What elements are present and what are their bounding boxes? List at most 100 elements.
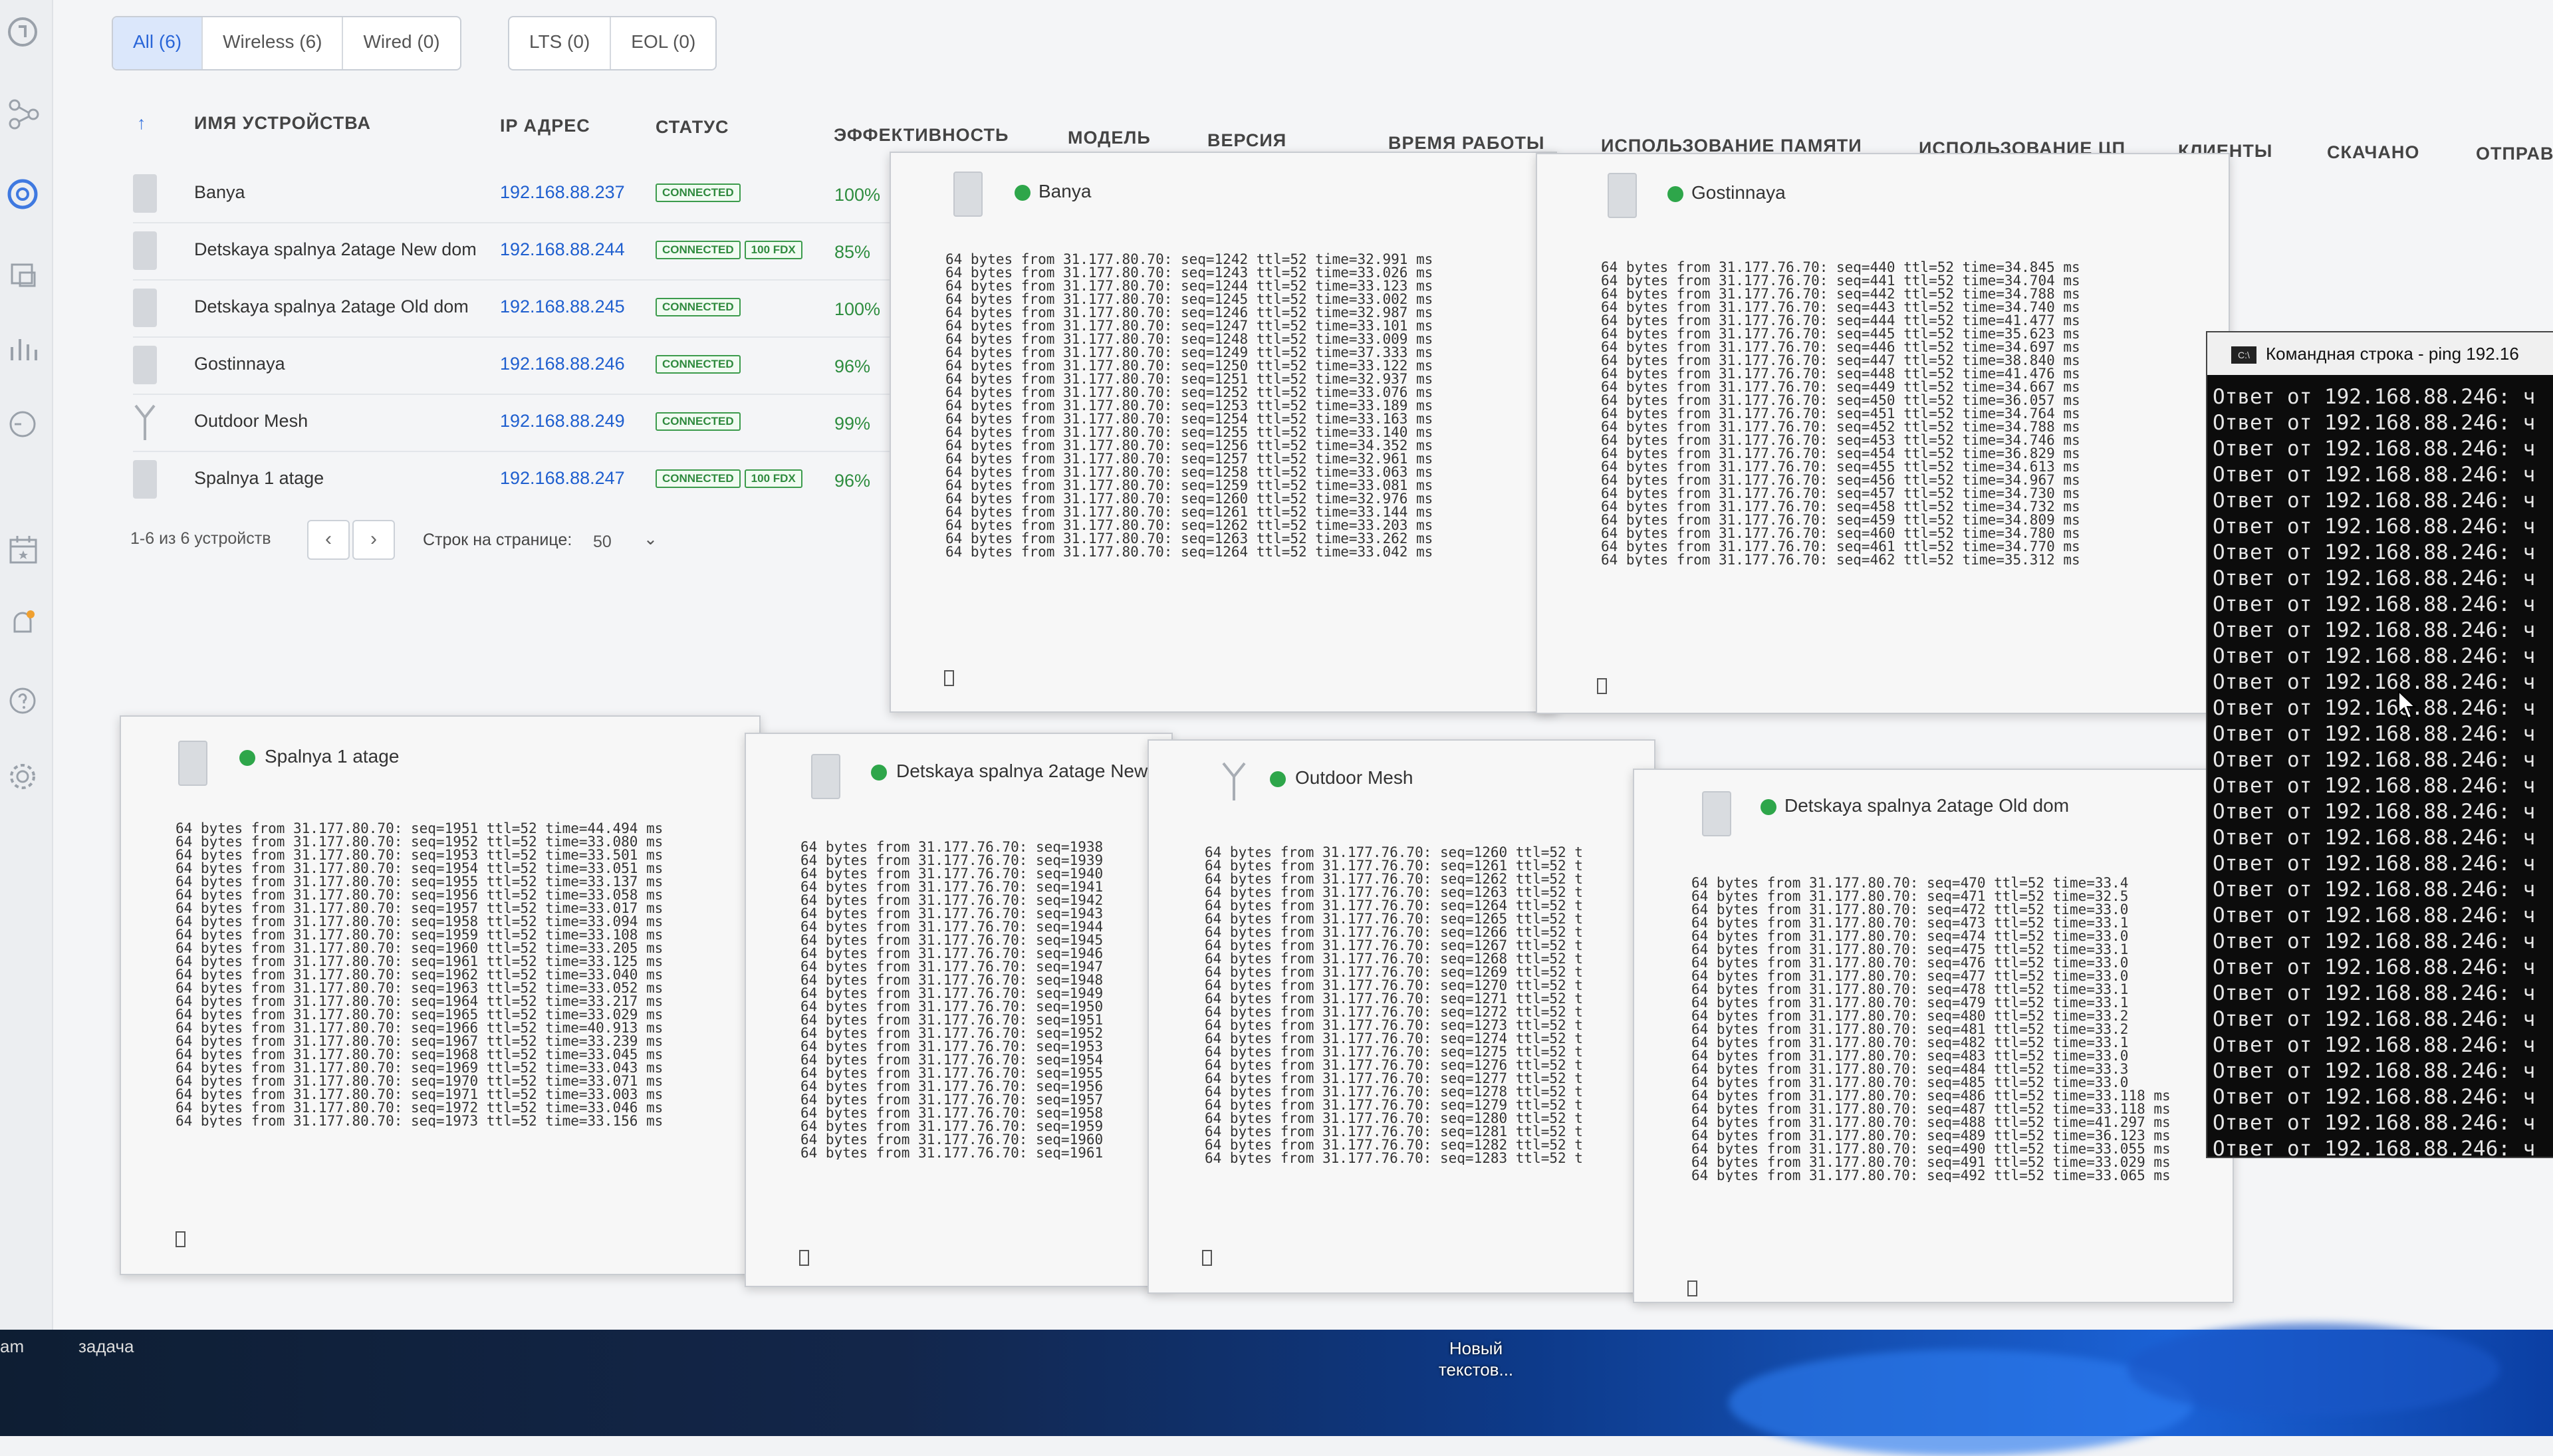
command-prompt-window[interactable]: C:\ Командная строка - ping 192.16 Ответ … (2206, 331, 2553, 1158)
efficiency-value: 99% (834, 414, 871, 433)
terminal-header: Detskaya spalnya 2atage New (746, 734, 1171, 807)
ping-output: 64 bytes from 31.177.80.70: seq=1951 ttl… (176, 822, 664, 1128)
notifications-icon[interactable] (5, 605, 43, 642)
ping-reply-line: Ответ от 192.168.88.246: ч (2213, 592, 2536, 616)
insights-icon[interactable] (5, 406, 43, 443)
device-name[interactable]: Banya (194, 182, 245, 203)
topology-icon[interactable] (5, 96, 43, 133)
command-prompt-title: Командная строка - ping 192.16 (2266, 344, 2519, 364)
ping-reply-line: Ответ от 192.168.88.246: ч (2213, 800, 2536, 824)
taskbar-task-label[interactable]: задача (78, 1336, 134, 1357)
duplex-badge: 100 FDX (744, 241, 802, 259)
terminal-header: Banya (891, 153, 1556, 226)
online-status-dot (239, 750, 255, 766)
terminal-window-detskaya-new[interactable]: Detskaya spalnya 2atage New 64 bytes fro… (745, 733, 1173, 1287)
device-table-header: ↑ ИМЯ УСТРОЙСТВА IP АДРЕС СТАТУС ЭФФЕКТИ… (133, 113, 2553, 164)
calendar-icon[interactable] (5, 532, 43, 569)
online-status-dot (1270, 771, 1286, 787)
terminal-cursor (1597, 678, 1607, 694)
sort-arrow-icon[interactable]: ↑ (137, 113, 147, 134)
online-status-dot (1761, 799, 1776, 815)
tab-wireless[interactable]: Wireless (6) (203, 17, 344, 69)
ping-reply-line: Ответ от 192.168.88.246: ч (2213, 1059, 2536, 1083)
column-uploaded[interactable]: ОТПРАВ (2476, 144, 2553, 164)
tab-wired[interactable]: Wired (0) (343, 17, 459, 69)
device-ip[interactable]: 192.168.88.247 (500, 468, 625, 489)
column-ip-address[interactable]: IP АДРЕС (500, 116, 590, 136)
terminal-title: Banya (1038, 181, 1092, 201)
status-badge: CONNECTED (656, 183, 741, 202)
wallpaper-swirl (2128, 1323, 2500, 1416)
device-row-gostinnaya[interactable]: Gostinnaya 192.168.88.246 CONNECTED 96% (133, 336, 891, 394)
column-status[interactable]: СТАТУС (656, 117, 729, 138)
device-row-banya[interactable]: Banya 192.168.88.237 CONNECTED 100% (133, 165, 891, 222)
rows-per-page-select[interactable]: 50 ⌄ (593, 528, 666, 556)
terminal-title: Gostinnaya (1691, 182, 1786, 203)
command-prompt-titlebar[interactable]: C:\ Командная строка - ping 192.16 (2207, 332, 2553, 375)
clients-icon[interactable] (5, 255, 43, 293)
ping-output: 64 bytes from 31.177.80.70: seq=470 ttl=… (1691, 876, 2171, 1182)
online-status-dot (871, 765, 887, 781)
device-name[interactable]: Detskaya spalnya 2atage New dom (194, 239, 477, 260)
efficiency-value: 100% (834, 185, 881, 205)
ping-reply-line: Ответ от 192.168.88.246: ч (2213, 1033, 2536, 1057)
device-name[interactable]: Detskaya spalnya 2atage Old dom (194, 297, 469, 317)
terminal-cursor (176, 1231, 185, 1247)
device-ip[interactable]: 192.168.88.245 (500, 297, 625, 317)
column-version[interactable]: ВЕРСИЯ (1207, 130, 1286, 151)
terminal-window-banya[interactable]: Banya 64 bytes from 31.177.80.70: seq=12… (890, 152, 1557, 713)
device-name[interactable]: Outdoor Mesh (194, 411, 308, 431)
device-name[interactable]: Spalnya 1 atage (194, 468, 324, 489)
device-row-detskaya-old[interactable]: Detskaya spalnya 2atage Old dom 192.168.… (133, 279, 891, 336)
statistics-icon[interactable] (5, 330, 43, 367)
status-cell: CONNECTED 100 FDX (656, 469, 802, 488)
ping-output: 64 bytes from 31.177.76.70: seq=1260 ttl… (1205, 846, 1583, 1165)
column-model[interactable]: МОДЕЛЬ (1068, 128, 1151, 148)
terminal-window-gostinnaya[interactable]: Gostinnaya 64 bytes from 31.177.76.70: s… (1536, 153, 2230, 714)
status-badge: CONNECTED (656, 298, 741, 316)
ping-reply-line: Ответ от 192.168.88.246: ч (2213, 644, 2536, 668)
status-badge: CONNECTED (656, 412, 741, 431)
column-uptime[interactable]: ВРЕМЯ РАБОТЫ (1388, 133, 1544, 154)
ping-reply-line: Ответ от 192.168.88.246: ч (2213, 1111, 2536, 1135)
access-point-icon (133, 460, 157, 499)
device-ip[interactable]: 192.168.88.237 (500, 182, 625, 203)
rows-per-page-label: Строк на странице: (423, 531, 572, 549)
device-ip[interactable]: 192.168.88.249 (500, 411, 625, 431)
devices-icon[interactable] (5, 176, 43, 213)
terminal-title: Spalnya 1 atage (265, 746, 400, 767)
column-efficiency[interactable]: ЭФФЕКТИВНОСТЬ (834, 125, 1009, 146)
access-point-icon (133, 289, 157, 327)
desktop-file-icon[interactable]: Новый текстов... (1429, 1338, 1522, 1380)
access-point-icon (133, 174, 157, 213)
settings-gear-icon[interactable] (5, 758, 43, 795)
help-icon[interactable] (5, 682, 43, 719)
tab-all[interactable]: All (6) (113, 17, 203, 69)
device-ip[interactable]: 192.168.88.244 (500, 239, 625, 260)
tab-eol[interactable]: EOL (0) (611, 17, 715, 69)
terminal-window-spalnya[interactable]: Spalnya 1 atage 64 bytes from 31.177.80.… (120, 715, 761, 1275)
ping-reply-line: Ответ от 192.168.88.246: ч (2213, 1085, 2536, 1109)
tab-lts[interactable]: LTS (0) (509, 17, 612, 69)
terminal-window-outdoor-mesh[interactable]: Outdoor Mesh 64 bytes from 31.177.76.70:… (1148, 739, 1655, 1294)
ping-reply-line: Ответ от 192.168.88.246: ч (2213, 748, 2536, 772)
device-row-outdoor-mesh[interactable]: Outdoor Mesh 192.168.88.249 CONNECTED 99… (133, 394, 891, 451)
status-cell: CONNECTED (656, 412, 741, 431)
status-cell: CONNECTED (656, 183, 741, 202)
access-point-icon (953, 172, 983, 217)
next-page-button[interactable]: › (352, 520, 395, 560)
previous-page-button[interactable]: ‹ (307, 520, 350, 560)
device-row-spalnya[interactable]: Spalnya 1 atage 192.168.88.247 CONNECTED… (133, 451, 891, 508)
device-row-detskaya-new[interactable]: Detskaya spalnya 2atage New dom 192.168.… (133, 222, 891, 279)
desktop-icon-label-line1: Новый (1449, 1338, 1503, 1358)
access-point-icon (1608, 173, 1637, 218)
ping-reply-line: Ответ от 192.168.88.246: ч (2213, 904, 2536, 927)
device-name[interactable]: Gostinnaya (194, 354, 285, 374)
taskbar-label[interactable]: am (0, 1336, 24, 1357)
wallpaper-swirl (1729, 1350, 2194, 1456)
dashboard-icon[interactable] (5, 13, 43, 51)
terminal-window-detskaya-old[interactable]: Detskaya spalnya 2atage Old dom 64 bytes… (1633, 769, 2234, 1303)
column-device-name[interactable]: ИМЯ УСТРОЙСТВА (194, 113, 371, 134)
device-ip[interactable]: 192.168.88.246 (500, 354, 625, 374)
column-downloaded[interactable]: СКАЧАНО (2327, 142, 2419, 163)
